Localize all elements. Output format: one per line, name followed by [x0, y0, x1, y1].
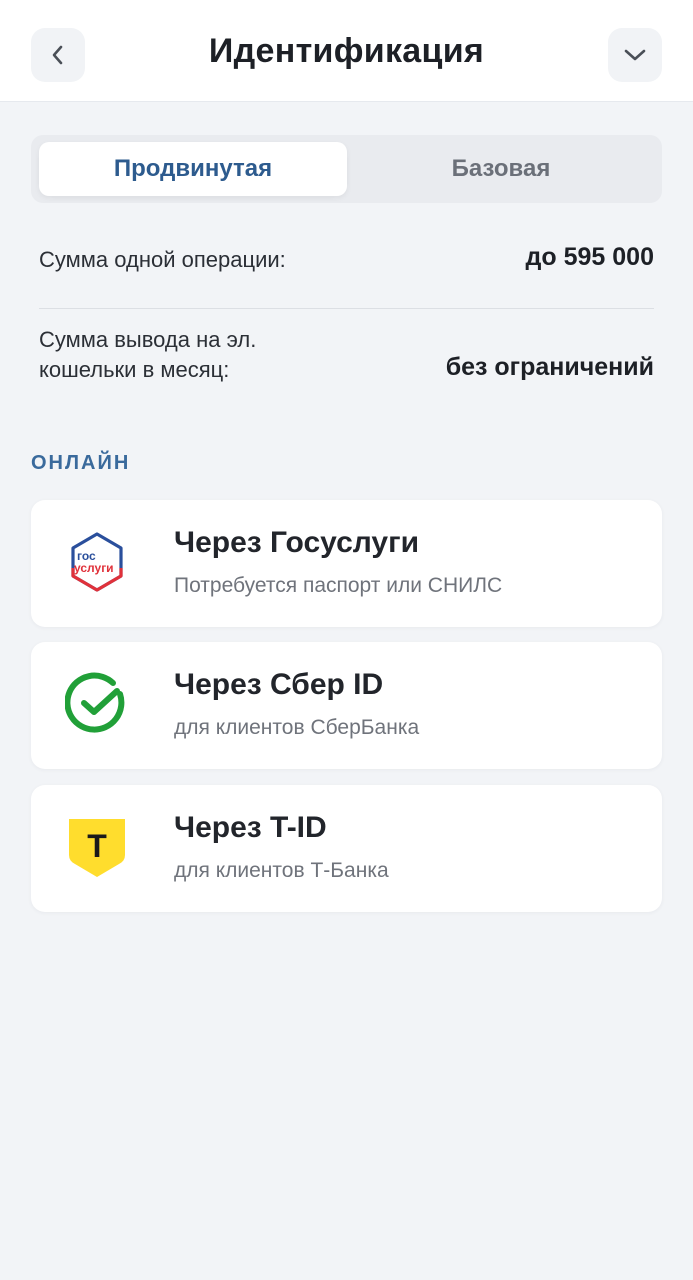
operation-limit-value: до 595 000	[525, 243, 654, 271]
method-subtitle: Потребуется паспорт или СНИЛС	[174, 574, 503, 597]
section-title-online: ОНЛАЙН	[31, 452, 131, 474]
expand-button[interactable]	[608, 28, 662, 82]
gosuslugi-icon: гос услуги	[71, 532, 123, 592]
tab-basic[interactable]: Базовая	[347, 142, 655, 196]
tab-advanced[interactable]: Продвинутая	[39, 142, 347, 196]
tbank-icon: Т	[69, 819, 125, 877]
operation-limit-label: Сумма одной операции:	[39, 247, 286, 272]
method-subtitle: для клиентов Т-Банка	[174, 859, 389, 882]
top-bar: Идентификация	[0, 0, 693, 102]
method-title: Через T-ID	[174, 811, 327, 844]
method-t-id-card[interactable]: Т Через T-ID для клиентов Т-Банка	[31, 785, 662, 912]
svg-text:услуги: услуги	[74, 561, 114, 575]
method-title: Через Госуслуги	[174, 526, 420, 559]
withdrawal-limit-value: без ограничений	[445, 353, 654, 381]
withdrawal-limit-label-line2: кошельки в месяц:	[39, 357, 230, 382]
page-title: Идентификация	[208, 32, 485, 70]
identification-level-tabs: Продвинутая Базовая	[31, 135, 662, 203]
sber-icon	[65, 672, 125, 733]
method-gosuslugi-card[interactable]: гос услуги Через Госуслуги Потребуется п…	[31, 500, 662, 627]
svg-text:Т: Т	[87, 828, 107, 864]
method-sber-id-card[interactable]: Через Сбер ID для клиентов СберБанка	[31, 642, 662, 769]
withdrawal-limit-label: Сумма вывода на эл. кошельки в месяц:	[39, 325, 256, 385]
divider	[39, 308, 654, 309]
method-title: Через Сбер ID	[174, 668, 384, 701]
chevron-down-icon	[624, 49, 646, 61]
withdrawal-limit-label-line1: Сумма вывода на эл.	[39, 327, 257, 352]
method-subtitle: для клиентов СберБанка	[174, 716, 420, 739]
